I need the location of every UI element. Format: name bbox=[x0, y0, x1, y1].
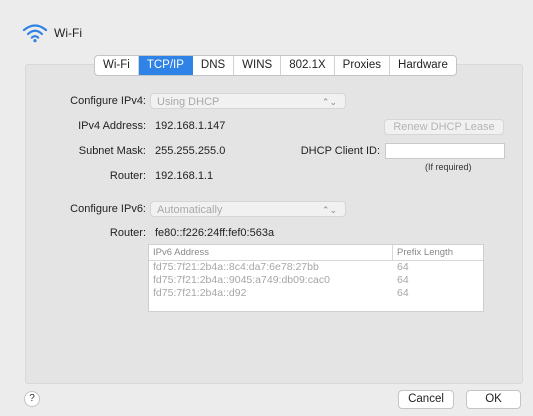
table-row[interactable]: fd75:7f21:2b4a::8c4:da7:6e78:27bb 64 bbox=[149, 261, 483, 274]
table-header: IPv6 Address Prefix Length bbox=[149, 245, 483, 261]
ipv6-router-value: fe80::f226:24ff:fef0:563a bbox=[155, 227, 275, 239]
prefix-length-cell: 64 bbox=[397, 261, 409, 273]
ipv6-address-cell: fd75:7f21:2b4a::9045:a749:db09:cac0 bbox=[153, 274, 330, 286]
chevron-updown-icon: ⌃⌄ bbox=[321, 97, 337, 107]
tab-tcp-ip[interactable]: TCP/IP bbox=[138, 56, 193, 75]
ipv6-router-label: Router: bbox=[109, 227, 146, 239]
tab-8021x[interactable]: 802.1X bbox=[281, 56, 335, 75]
table-row[interactable]: fd75:7f21:2b4a::d92 64 bbox=[149, 287, 483, 300]
dhcp-client-id-label: DHCP Client ID: bbox=[300, 145, 380, 157]
prefix-length-cell: 64 bbox=[397, 287, 409, 299]
dhcp-client-id-hint: (If required) bbox=[425, 162, 472, 172]
window-header: Wi-Fi bbox=[22, 22, 82, 44]
column-header-ipv6-address[interactable]: IPv6 Address bbox=[149, 245, 393, 260]
configure-ipv4-popup[interactable]: Using DHCP ⌃⌄ bbox=[150, 93, 346, 109]
configure-ipv4-value: Using DHCP bbox=[157, 96, 220, 108]
ipv4-address-label: IPv4 Address: bbox=[78, 120, 146, 132]
help-button[interactable]: ? bbox=[24, 391, 40, 407]
tab-hardware[interactable]: Hardware bbox=[390, 56, 456, 75]
table-row[interactable]: fd75:7f21:2b4a::9045:a749:db09:cac0 64 bbox=[149, 274, 483, 287]
tab-wins[interactable]: WINS bbox=[234, 56, 282, 75]
ipv6-address-table[interactable]: IPv6 Address Prefix Length fd75:7f21:2b4… bbox=[148, 244, 484, 312]
ipv6-address-cell: fd75:7f21:2b4a::8c4:da7:6e78:27bb bbox=[153, 261, 319, 273]
configure-ipv4-label: Configure IPv4: bbox=[70, 95, 146, 107]
column-header-prefix-length[interactable]: Prefix Length bbox=[393, 245, 483, 260]
window-title: Wi-Fi bbox=[54, 26, 82, 40]
configure-ipv6-label: Configure IPv6: bbox=[70, 203, 146, 215]
configure-ipv6-popup[interactable]: Automatically ⌃⌄ bbox=[150, 201, 346, 217]
prefix-length-cell: 64 bbox=[397, 274, 409, 286]
subnet-mask-label: Subnet Mask: bbox=[78, 145, 146, 157]
ipv4-router-value: 192.168.1.1 bbox=[155, 170, 214, 182]
dhcp-client-id-field[interactable] bbox=[385, 143, 505, 159]
subnet-mask-value: 255.255.255.0 bbox=[155, 145, 226, 157]
tab-wifi[interactable]: Wi-Fi bbox=[95, 56, 139, 75]
cancel-button[interactable]: Cancel bbox=[398, 390, 454, 409]
ok-button[interactable]: OK bbox=[466, 390, 521, 409]
wifi-icon bbox=[22, 24, 48, 43]
chevron-updown-icon: ⌃⌄ bbox=[321, 205, 337, 215]
settings-panel bbox=[25, 64, 523, 384]
ipv4-router-label: Router: bbox=[109, 170, 146, 182]
tab-proxies[interactable]: Proxies bbox=[335, 56, 391, 75]
configure-ipv6-value: Automatically bbox=[157, 204, 223, 216]
tab-dns[interactable]: DNS bbox=[193, 56, 235, 75]
ipv4-address-value: 192.168.1.147 bbox=[155, 120, 226, 132]
renew-dhcp-lease-button[interactable]: Renew DHCP Lease bbox=[384, 119, 504, 135]
ipv6-address-cell: fd75:7f21:2b4a::d92 bbox=[153, 287, 247, 299]
tab-bar: Wi-Fi TCP/IP DNS WINS 802.1X Proxies Har… bbox=[94, 55, 457, 76]
